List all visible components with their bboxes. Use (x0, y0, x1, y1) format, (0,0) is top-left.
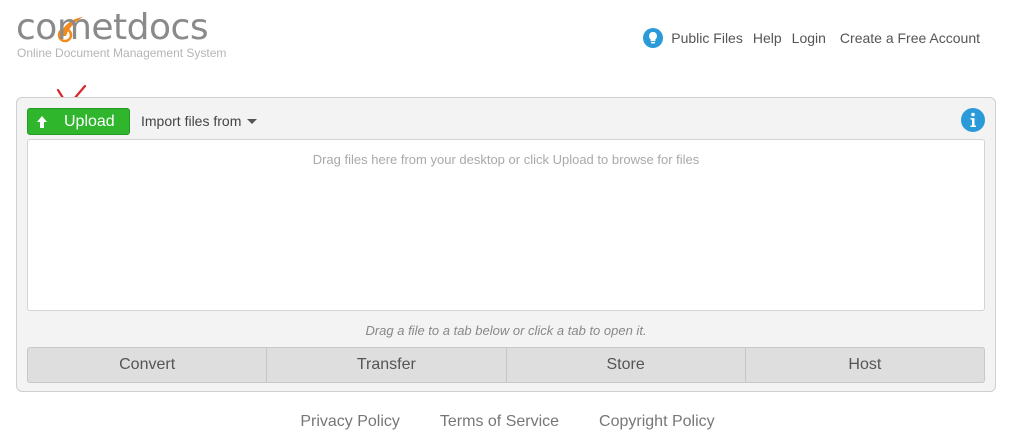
import-files-dropdown[interactable]: Import files from (141, 113, 258, 129)
upload-button-label: Upload (64, 112, 115, 130)
nav-login[interactable]: Login (792, 30, 826, 46)
footer-terms-of-service[interactable]: Terms of Service (440, 413, 559, 431)
upload-panel: Upload Import files from Drag files here… (16, 97, 996, 392)
tab-convert[interactable]: Convert (28, 348, 268, 382)
info-icon[interactable] (961, 108, 985, 132)
cometdocs-logo[interactable]: cometdocs Online Document Management Sys… (16, 8, 246, 64)
nav-help[interactable]: Help (753, 30, 782, 46)
dropzone-hint: Drag files here from your desktop or cli… (312, 152, 700, 167)
logo-tagline: Online Document Management System (17, 46, 227, 60)
top-navigation: Public Files Help Login Create a Free Ac… (643, 26, 980, 50)
file-dropzone[interactable]: Drag files here from your desktop or cli… (27, 139, 985, 311)
footer: Privacy Policy Terms of Service Copyrigh… (0, 413, 1015, 431)
tab-host[interactable]: Host (746, 348, 984, 382)
upload-button[interactable]: Upload (27, 108, 130, 135)
action-tabs: Convert Transfer Store Host (27, 347, 985, 383)
tab-transfer[interactable]: Transfer (267, 348, 507, 382)
footer-privacy-policy[interactable]: Privacy Policy (300, 413, 400, 431)
footer-copyright-policy[interactable]: Copyright Policy (599, 413, 715, 431)
tab-store[interactable]: Store (507, 348, 746, 382)
upload-arrow-icon (37, 115, 47, 128)
caret-down-icon (247, 119, 258, 124)
nav-create-account[interactable]: Create a Free Account (840, 30, 980, 46)
lightbulb-icon[interactable] (643, 28, 664, 48)
tab-drag-hint: Drag a file to a tab below or click a ta… (365, 323, 647, 338)
nav-public-files[interactable]: Public Files (671, 30, 743, 46)
logo-wordmark: cometdocs (16, 7, 209, 48)
import-files-label: Import files from (141, 113, 242, 129)
